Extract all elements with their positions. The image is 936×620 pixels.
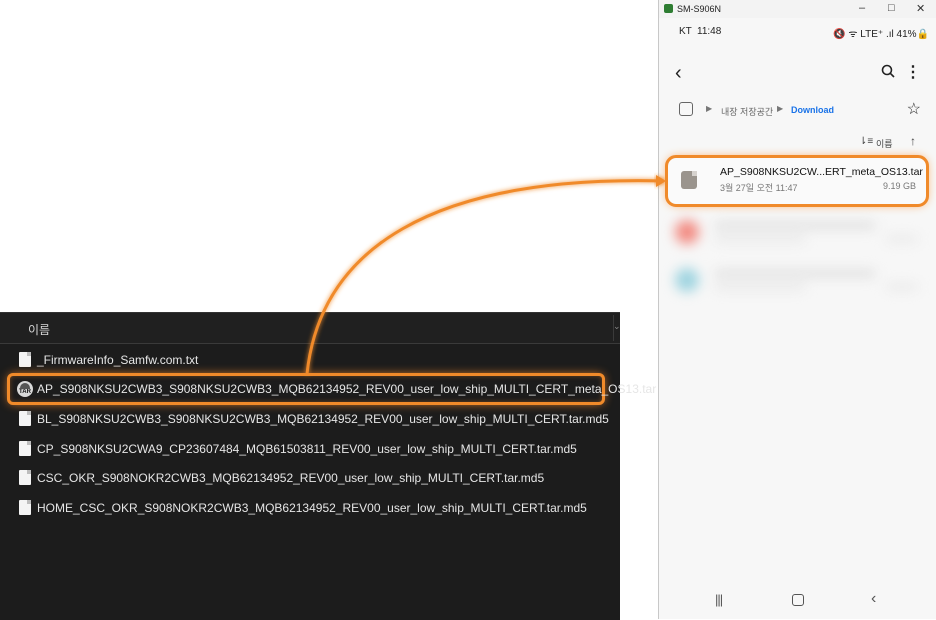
blurred-text — [715, 222, 875, 229]
maximize-button[interactable]: □ — [888, 2, 895, 14]
blurred-icon — [675, 220, 699, 244]
list-item[interactable]: CSC_OKR_S908NOKR2CWB3_MQB62134952_REV00_… — [0, 464, 620, 492]
list-item[interactable]: HOME_CSC_OKR_S908NOKR2CWB3_MQB62134952_R… — [0, 494, 620, 522]
clock: 11:48 — [697, 26, 722, 37]
minimize-button[interactable]: – — [859, 2, 865, 14]
star-icon[interactable]: ☆ — [907, 99, 921, 119]
list-item[interactable]: _FirmwareInfo_Samfw.com.txt — [0, 346, 620, 374]
file-name: CSC_OKR_S908NOKR2CWB3_MQB62134952_REV00_… — [37, 471, 545, 485]
blurred-list-item — [671, 214, 925, 250]
file-name: _FirmwareInfo_Samfw.com.txt — [37, 353, 199, 367]
file-explorer-panel: 이름 ⌄ _FirmwareInfo_Samfw.com.txt TAR AP_… — [0, 312, 656, 620]
file-name: AP_S908NKSU2CW...ERT_meta_OS13.tar — [720, 166, 923, 178]
blurred-icon — [675, 268, 699, 292]
carrier-label: KT — [679, 26, 692, 37]
blurred-list-item — [671, 262, 925, 298]
column-header[interactable]: 이름 ⌄ — [0, 313, 621, 344]
sort-label[interactable]: 이름 — [876, 137, 893, 150]
blurred-text — [715, 236, 805, 242]
file-icon — [19, 441, 31, 456]
sort-icon[interactable]: ⇂≡ — [859, 136, 873, 147]
file-icon — [681, 171, 697, 189]
file-name: BL_S908NKSU2CWB3_S908NKSU2CWB3_MQB621349… — [37, 412, 609, 426]
blurred-text — [887, 236, 917, 242]
close-button[interactable]: ✕ — [916, 2, 925, 15]
blurred-text — [887, 284, 917, 290]
file-icon — [19, 411, 31, 426]
file-name: HOME_CSC_OKR_S908NOKR2CWB3_MQB62134952_R… — [37, 501, 587, 515]
breadcrumb-arrow-icon: ▶ — [706, 104, 713, 113]
list-item-highlighted[interactable]: TAR AP_S908NKSU2CWB3_S908NKSU2CWB3_MQB62… — [7, 373, 656, 405]
sort-bar: ⇂≡ 이름 ↑ — [659, 134, 936, 150]
window-titlebar: SM-S906N – □ ✕ — [659, 0, 936, 18]
status-bar: KT 11:48 🔇 ᯤ LTE⁺ .ıl 41%🔒 — [659, 25, 936, 41]
column-name-label[interactable]: 이름 — [28, 321, 50, 338]
status-icons: 🔇 ᯤ LTE⁺ .ıl 41%🔒 — [833, 29, 929, 40]
app-toolbar: ‹ ⋮ — [659, 60, 936, 88]
recents-button[interactable]: ||| — [715, 592, 723, 607]
back-icon[interactable]: ‹ — [675, 62, 682, 85]
breadcrumb-root[interactable]: 내장 저장공간 — [721, 105, 773, 118]
text-file-icon — [19, 352, 31, 367]
blurred-text — [715, 270, 875, 277]
file-name: AP_S908NKSU2CWB3_S908NKSU2CWB3_MQB621349… — [37, 382, 657, 396]
blurred-text — [715, 284, 805, 290]
sort-direction-icon[interactable]: ↑ — [910, 134, 916, 148]
list-item[interactable]: BL_S908NKSU2CWB3_S908NKSU2CWB3_MQB621349… — [0, 405, 620, 433]
home-button[interactable] — [792, 594, 804, 606]
file-icon — [19, 470, 31, 485]
android-nav-bar: ||| ‹ — [659, 590, 936, 612]
more-options-icon[interactable]: ⋮ — [905, 62, 921, 82]
file-date: 3월 27일 오전 11:47 — [720, 183, 798, 193]
chevron-down-icon[interactable]: ⌄ — [613, 321, 621, 332]
file-name: CP_S908NKSU2CWA9_CP23607484_MQB61503811_… — [37, 442, 577, 456]
window-title: SM-S906N — [677, 4, 722, 14]
tar-archive-icon: TAR — [17, 381, 33, 397]
back-button[interactable]: ‹ — [871, 590, 876, 608]
breadcrumb-current[interactable]: Download — [791, 105, 834, 115]
breadcrumb: ▶ 내장 저장공간 ▶ Download ☆ — [659, 98, 936, 122]
file-size: 9.19 GB — [882, 181, 916, 191]
file-icon — [19, 500, 31, 515]
search-icon[interactable] — [881, 64, 895, 78]
file-list-item-highlighted[interactable]: AP_S908NKSU2CW...ERT_meta_OS13.tar 3월 27… — [665, 155, 929, 207]
phone-mirror-window: SM-S906N – □ ✕ KT 11:48 🔇 ᯤ LTE⁺ .ıl 41%… — [658, 0, 936, 619]
list-item[interactable]: CP_S908NKSU2CWA9_CP23607484_MQB61503811_… — [0, 435, 620, 463]
breadcrumb-arrow-icon: ▶ — [777, 104, 784, 113]
app-icon — [664, 4, 673, 13]
home-icon[interactable] — [679, 102, 693, 116]
